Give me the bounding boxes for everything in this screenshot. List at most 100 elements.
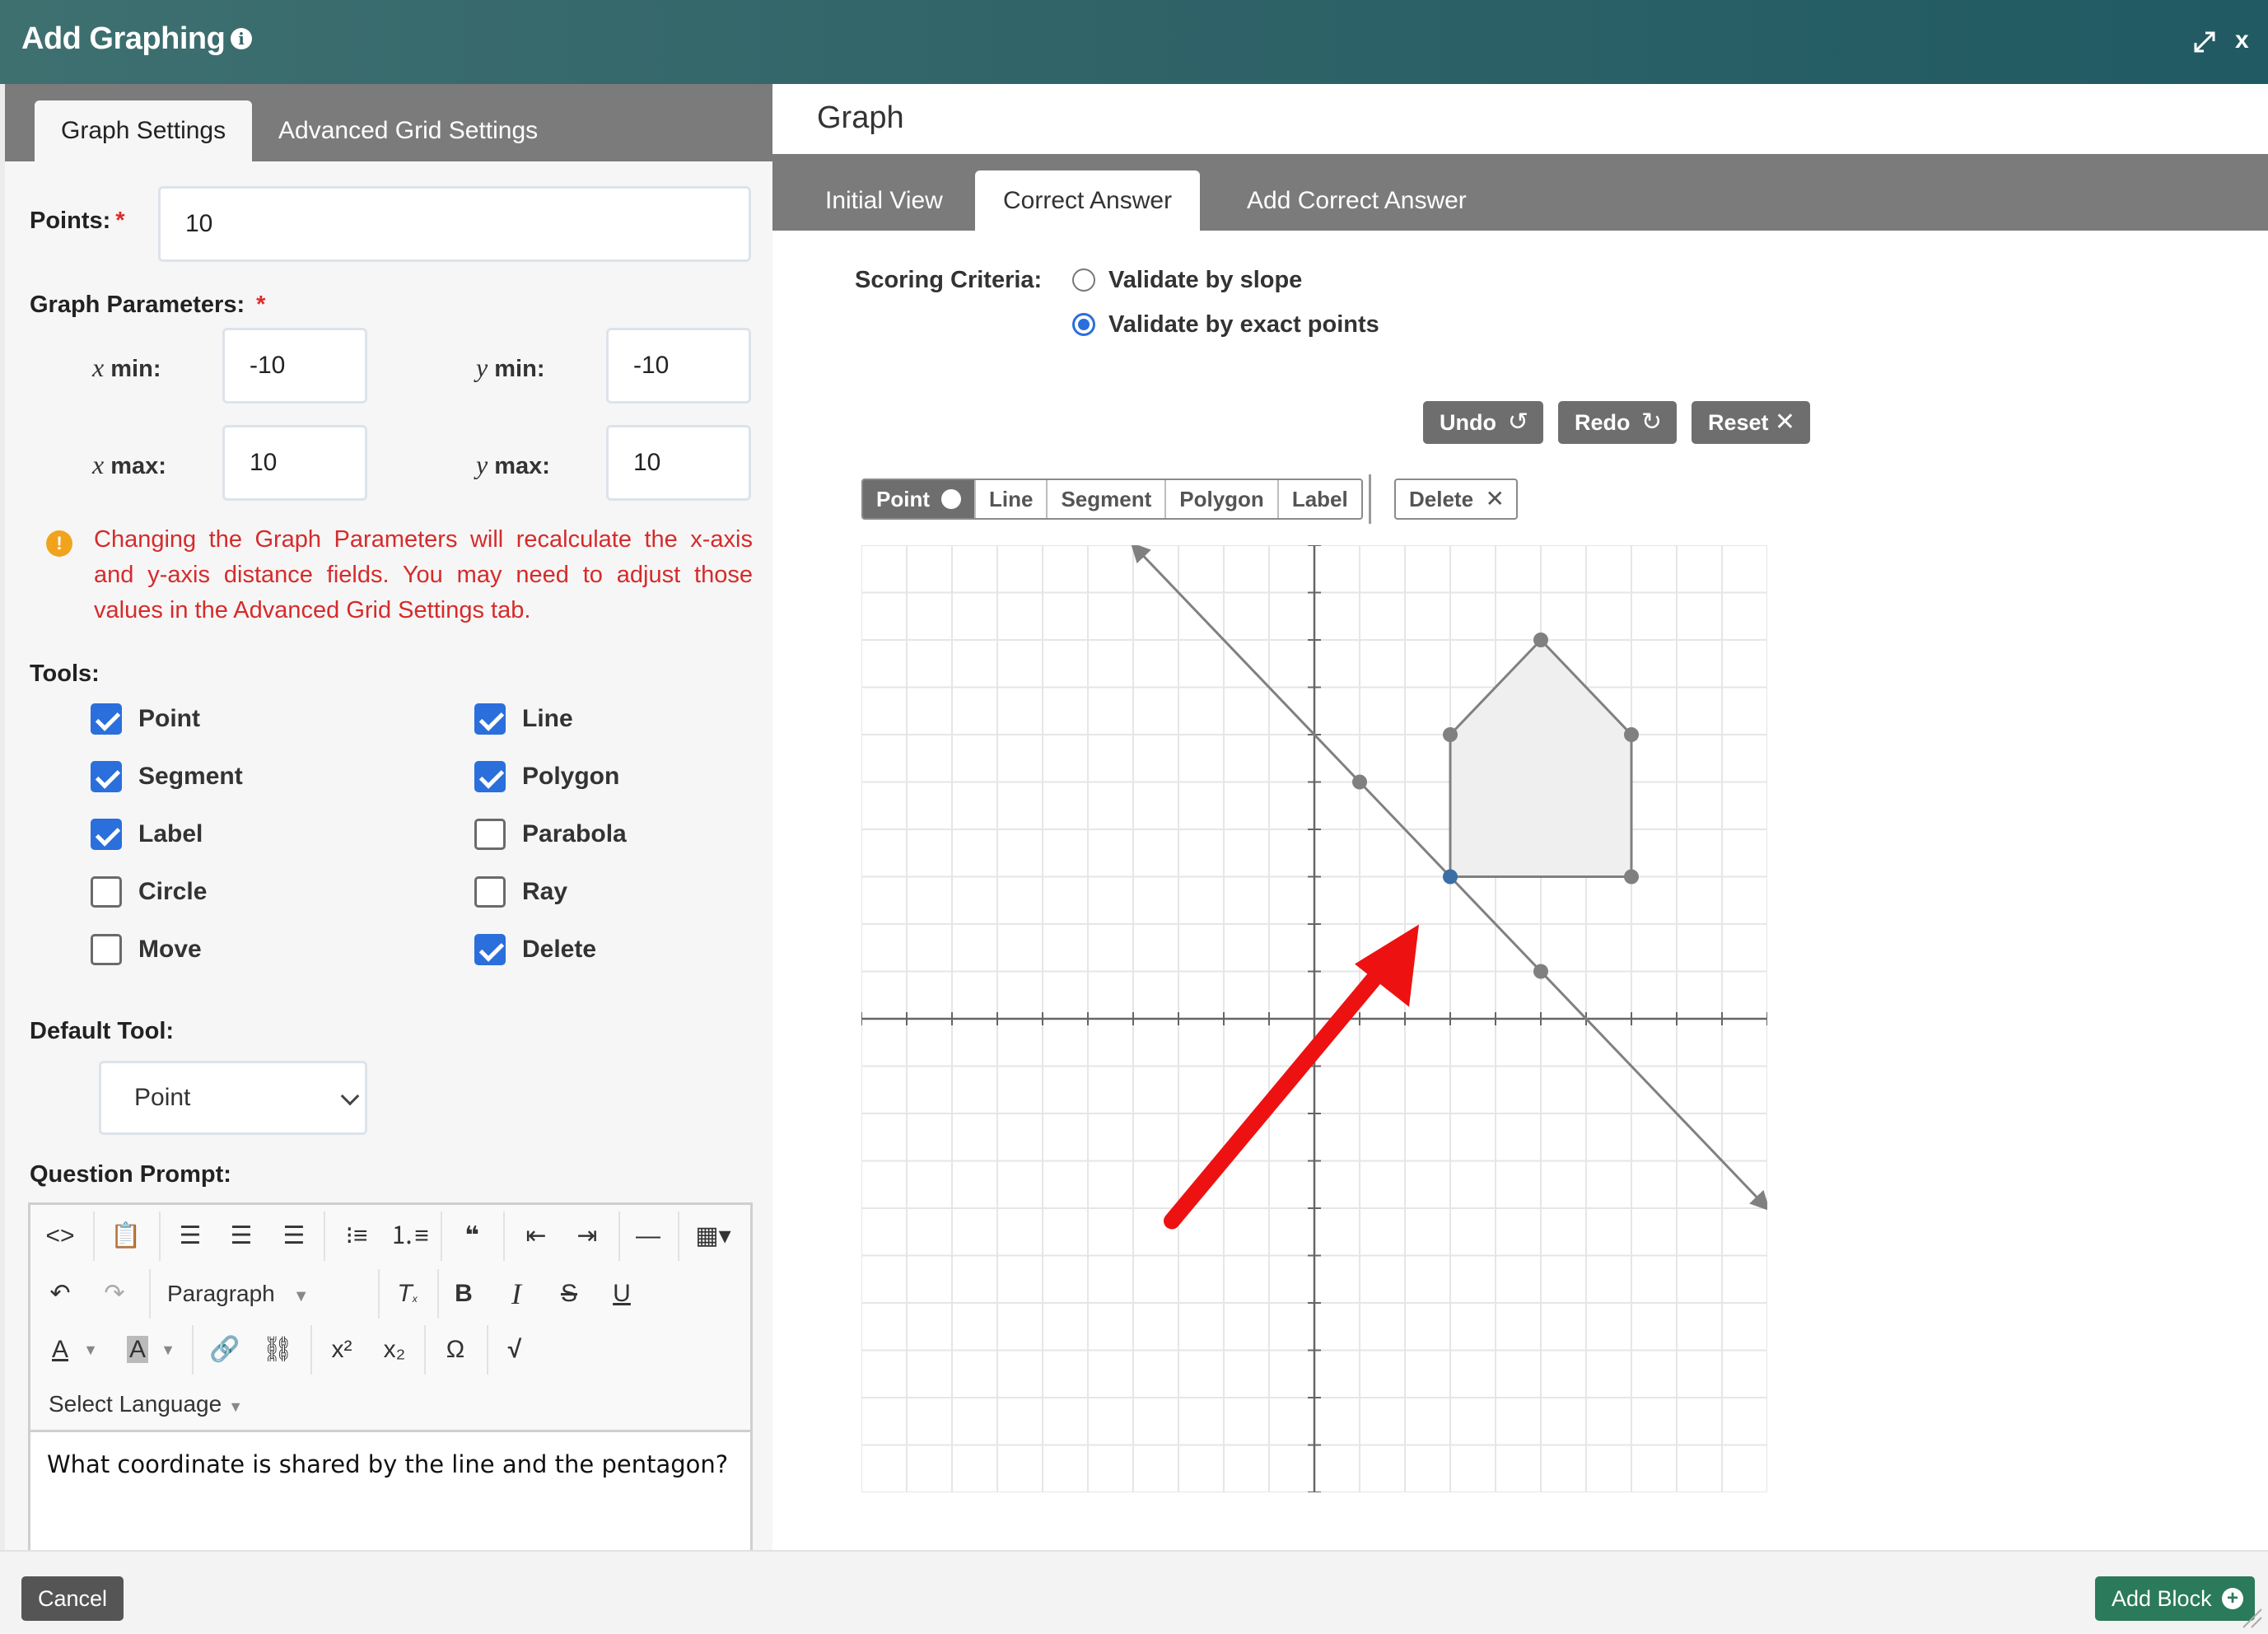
align-right-icon[interactable]: ☰ [273, 1215, 315, 1258]
graph-canvas[interactable] [861, 545, 1767, 1492]
validate-by-exact-points-radio[interactable] [1072, 313, 1095, 336]
reset-button[interactable]: Reset ✕ [1692, 401, 1810, 444]
align-left-icon[interactable]: ☰ [169, 1215, 212, 1258]
blockquote-icon[interactable]: ❝ [450, 1215, 493, 1258]
close-icon: ✕ [1485, 486, 1505, 511]
cancel-button[interactable]: Cancel [21, 1576, 124, 1621]
x-max-input[interactable]: 10 [222, 425, 367, 501]
undo-icon: ↺ [1507, 408, 1528, 436]
chevron-down-icon[interactable]: ▼ [78, 1328, 103, 1371]
point-icon [941, 489, 961, 509]
horizontal-rule-icon[interactable]: — [627, 1215, 670, 1258]
text-color-icon[interactable]: A [39, 1328, 82, 1371]
source-code-icon[interactable]: <> [39, 1215, 82, 1258]
dialog-title: Add Graphing [21, 21, 226, 56]
redo-button[interactable]: Redo ↻ [1558, 401, 1677, 444]
bullet-list-icon[interactable]: ⁝≡ [335, 1215, 378, 1258]
expand-icon[interactable] [2191, 28, 2219, 56]
x-min-input[interactable]: -10 [222, 328, 367, 404]
graph-tool-polygon[interactable]: Polygon [1166, 480, 1279, 518]
outdent-icon[interactable]: ⇤ [515, 1215, 558, 1258]
editor-toolbar: <> 📋 ☰ ☰ ☰ ⁝≡ ⒈≡ ❝ ⇤ ⇥ — ▦▾ ↶ ↷ Paragrap… [30, 1205, 750, 1432]
paragraph-format-select[interactable]: Paragraph ▼ [159, 1272, 357, 1315]
tool-ray-checkbox[interactable] [474, 876, 506, 908]
close-icon: ✕ [1774, 408, 1795, 436]
tab-graph-settings[interactable]: Graph Settings [35, 100, 253, 161]
tool-move-checkbox[interactable] [91, 934, 122, 965]
y-min-label: y min: [476, 352, 545, 382]
graph-tool-strip: Point Line Segment Polygon Label [861, 479, 1363, 520]
undo-icon[interactable]: ↶ [39, 1272, 82, 1315]
dialog-footer: Cancel Add Block + [0, 1550, 2268, 1634]
line-point [1352, 774, 1367, 790]
add-block-button[interactable]: Add Block + [2095, 1576, 2255, 1621]
tool-ray-label: Ray [522, 878, 568, 905]
tab-correct-answer[interactable]: Correct Answer [975, 170, 1201, 231]
tool-line-label: Line [522, 705, 573, 732]
pentagon-vertex [1443, 727, 1458, 742]
y-min-input[interactable]: -10 [606, 328, 751, 404]
graph-tool-label[interactable]: Label [1279, 480, 1361, 518]
default-tool-value: Point [134, 1084, 191, 1111]
tool-parabola-checkbox[interactable] [474, 819, 506, 850]
undo-button[interactable]: Undo ↺ [1423, 401, 1543, 444]
bold-icon[interactable]: B [442, 1272, 485, 1315]
question-prompt-label: Question Prompt: [30, 1161, 231, 1188]
tool-move-label: Move [138, 936, 202, 963]
paste-icon[interactable]: 📋 [105, 1215, 147, 1258]
validate-by-exact-points-label: Validate by exact points [1108, 311, 1379, 338]
special-character-icon[interactable]: Ω [434, 1328, 477, 1371]
subscript-icon[interactable]: x₂ [373, 1328, 416, 1371]
graph-title: Graph [817, 100, 904, 135]
tool-point-checkbox[interactable] [91, 703, 122, 735]
validate-by-slope-radio[interactable] [1072, 268, 1095, 292]
line-point [1533, 964, 1548, 979]
title-bar: Add Graphing i x [0, 0, 2268, 84]
x-min-label: x min: [92, 352, 161, 382]
tool-label-label: Label [138, 820, 203, 847]
default-tool-select[interactable]: Point [99, 1061, 367, 1135]
resize-grip-icon[interactable] [2238, 1604, 2263, 1629]
superscript-icon[interactable]: x² [320, 1328, 363, 1371]
info-icon[interactable]: i [231, 28, 252, 49]
align-center-icon[interactable]: ☰ [220, 1215, 263, 1258]
strikethrough-icon[interactable]: S [548, 1272, 590, 1315]
graph-panel: Graph Initial View Correct Answer Add Co… [772, 84, 2268, 1550]
default-tool-label: Default Tool: [30, 1018, 175, 1044]
y-max-input[interactable]: 10 [606, 425, 751, 501]
tab-add-correct-answer[interactable]: Add Correct Answer [1219, 170, 1495, 231]
validate-by-slope-label: Validate by slope [1108, 267, 1303, 293]
points-input[interactable]: 10 [158, 186, 751, 262]
tool-label-checkbox[interactable] [91, 819, 122, 850]
underline-icon[interactable]: U [600, 1272, 643, 1315]
pentagon-vertex [1624, 869, 1639, 885]
table-icon[interactable]: ▦▾ [684, 1215, 742, 1258]
italic-icon[interactable]: I [495, 1272, 538, 1315]
redo-icon[interactable]: ↷ [93, 1272, 136, 1315]
graph-tool-segment[interactable]: Segment [1048, 480, 1167, 518]
tab-advanced-grid-settings[interactable]: Advanced Grid Settings [252, 100, 564, 161]
graph-tabbar: Initial View Correct Answer Add Correct … [772, 154, 2268, 231]
tool-circle-label: Circle [138, 878, 208, 905]
tool-delete-checkbox[interactable] [474, 934, 506, 965]
tab-initial-view[interactable]: Initial View [797, 170, 971, 231]
tool-line-checkbox[interactable] [474, 703, 506, 735]
chevron-down-icon[interactable]: ▼ [156, 1328, 180, 1371]
tool-circle-checkbox[interactable] [91, 876, 122, 908]
unlink-icon[interactable]: ⛓ [256, 1328, 299, 1371]
background-color-icon[interactable]: A [116, 1328, 159, 1371]
tool-segment-checkbox[interactable] [91, 761, 122, 792]
graph-tool-point[interactable]: Point [863, 480, 976, 518]
clear-formatting-icon[interactable]: Tₓ [386, 1272, 429, 1315]
numbered-list-icon[interactable]: ⒈≡ [388, 1215, 431, 1258]
graph-delete-button[interactable]: Delete ✕ [1394, 479, 1518, 520]
select-language-dropdown[interactable]: Select Language ▼ [39, 1383, 253, 1426]
graph-tool-line[interactable]: Line [976, 480, 1048, 518]
question-prompt-text[interactable]: What coordinate is shared by the line an… [47, 1450, 728, 1478]
tool-polygon-checkbox[interactable] [474, 761, 506, 792]
link-icon[interactable]: 🔗 [203, 1328, 246, 1371]
indent-icon[interactable]: ⇥ [566, 1215, 609, 1258]
math-equation-icon[interactable]: √ [493, 1328, 536, 1371]
tools-label: Tools: [30, 661, 100, 687]
close-button[interactable]: x [2235, 26, 2249, 54]
